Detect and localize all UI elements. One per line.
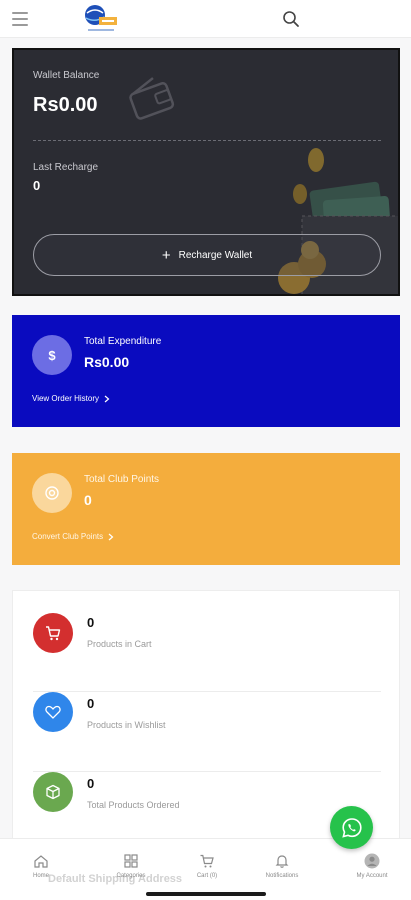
convert-club-points-link[interactable]: Convert Club Points — [32, 532, 114, 541]
recharge-wallet-label: Recharge Wallet — [178, 249, 253, 261]
wallet-card: Wallet Balance Rs0.00 Last Recharge 0 + … — [12, 48, 400, 296]
total-expenditure-card: $ Total Expenditure Rs0.00 View Order Hi… — [12, 315, 400, 427]
chevron-right-icon — [104, 395, 110, 402]
nav-cart-label: Cart (0) — [196, 873, 218, 879]
nav-my-account[interactable]: My Account — [337, 853, 407, 879]
nav-notifications-label: Notifications — [265, 873, 299, 879]
whatsapp-icon — [341, 817, 362, 838]
wishlist-count: 0 — [87, 696, 95, 711]
nav-home-label: Home — [32, 873, 49, 879]
user-icon — [364, 853, 380, 869]
chevron-right-icon — [108, 533, 114, 540]
summary-row-wishlist[interactable]: 0 Products in Wishlist — [33, 691, 381, 771]
box-icon — [33, 772, 73, 812]
view-order-history-link[interactable]: View Order History — [32, 394, 110, 403]
bell-icon — [275, 855, 289, 868]
home-indicator — [146, 892, 266, 896]
ordered-label: Total Products Ordered — [87, 800, 180, 810]
view-order-history-label: View Order History — [32, 394, 99, 403]
categories-icon — [124, 854, 138, 868]
recharge-wallet-button[interactable]: + Recharge Wallet — [33, 234, 381, 276]
wishlist-label: Products in Wishlist — [87, 720, 166, 730]
nav-categories[interactable]: Categories — [96, 853, 166, 879]
heart-icon — [33, 692, 73, 732]
last-recharge-label: Last Recharge — [33, 162, 99, 173]
search-icon[interactable] — [282, 10, 300, 28]
summary-row-cart[interactable]: 0 Products in Cart — [33, 611, 381, 691]
total-expenditure-title: Total Expenditure — [84, 336, 162, 347]
plus-icon: + — [161, 246, 171, 264]
cart-icon — [200, 854, 214, 868]
nav-categories-label: Categories — [116, 873, 146, 879]
total-club-points-value: 0 — [84, 492, 92, 508]
last-recharge-value: 0 — [33, 178, 41, 193]
top-app-bar — [0, 0, 411, 38]
points-icon — [32, 473, 72, 513]
dollar-icon: $ — [32, 335, 72, 375]
wallet-divider — [33, 140, 381, 141]
nav-notifications[interactable]: Notifications — [247, 853, 317, 879]
wallet-icon — [129, 77, 175, 120]
wallet-balance-label: Wallet Balance — [33, 70, 100, 81]
hamburger-icon[interactable] — [12, 12, 28, 26]
cart-icon — [33, 613, 73, 653]
cart-count: 0 — [87, 615, 95, 630]
whatsapp-button[interactable] — [330, 806, 373, 849]
app-logo[interactable] — [82, 3, 120, 35]
home-icon — [34, 855, 48, 868]
total-club-points-title: Total Club Points — [84, 474, 160, 485]
cart-label: Products in Cart — [87, 639, 152, 649]
nav-cart[interactable]: Cart (0) — [172, 853, 242, 879]
nav-my-account-label: My Account — [356, 873, 388, 879]
product-summary-card: 0 Products in Cart 0 Products in Wishlis… — [12, 590, 400, 840]
total-club-points-card: Total Club Points 0 Convert Club Points — [12, 453, 400, 565]
nav-home[interactable]: Home — [6, 853, 76, 879]
ordered-count: 0 — [87, 776, 95, 791]
wallet-balance-value: Rs0.00 — [33, 94, 98, 116]
convert-club-points-label: Convert Club Points — [32, 532, 104, 541]
total-expenditure-value: Rs0.00 — [84, 354, 130, 370]
